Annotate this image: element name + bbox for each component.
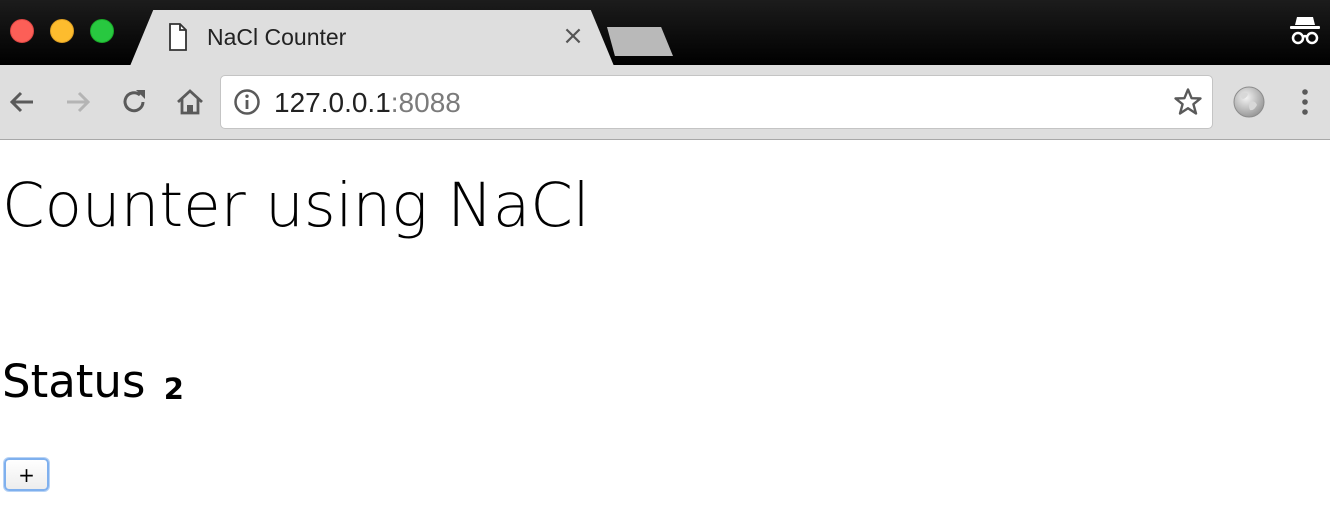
increment-button[interactable]: + — [4, 458, 49, 491]
browser-toolbar: 127.0.0.1:8088 — [0, 65, 1330, 140]
reload-button[interactable] — [118, 86, 150, 118]
forward-button[interactable] — [62, 86, 94, 118]
star-icon[interactable] — [1173, 87, 1203, 117]
reload-icon — [123, 90, 145, 113]
page-title: Counter using NaCl — [2, 170, 590, 241]
document-icon — [169, 23, 187, 51]
kebab-menu-icon[interactable] — [1293, 85, 1317, 119]
status-line: Status 2 — [2, 355, 184, 408]
info-icon[interactable] — [233, 88, 261, 116]
url-host: 127.0.0.1 — [274, 87, 391, 118]
active-tab-content[interactable]: NaCl Counter × — [160, 10, 590, 65]
url-text[interactable]: 127.0.0.1:8088 — [274, 87, 461, 119]
back-button[interactable] — [6, 86, 38, 118]
home-icon — [177, 89, 203, 115]
incognito-icon — [1290, 17, 1320, 45]
window-titlebar: NaCl Counter × — [0, 0, 1330, 66]
home-button[interactable] — [174, 86, 206, 118]
status-label: Status — [2, 355, 146, 408]
address-bar[interactable]: 127.0.0.1:8088 — [220, 75, 1213, 129]
back-arrow-icon — [9, 91, 33, 113]
url-port: :8088 — [390, 87, 461, 118]
forward-arrow-icon — [67, 91, 91, 113]
page-content: Counter using NaCl Status 2 + — [0, 141, 1330, 510]
new-tab-button[interactable] — [607, 27, 673, 56]
window-minimize-button[interactable] — [50, 19, 74, 43]
window-maximize-button[interactable] — [90, 19, 114, 43]
status-value: 2 — [163, 372, 184, 406]
tab-close-icon[interactable]: × — [560, 23, 586, 49]
tab-title: NaCl Counter — [207, 24, 347, 50]
window-close-button[interactable] — [10, 19, 34, 43]
globe-icon[interactable] — [1232, 85, 1266, 119]
